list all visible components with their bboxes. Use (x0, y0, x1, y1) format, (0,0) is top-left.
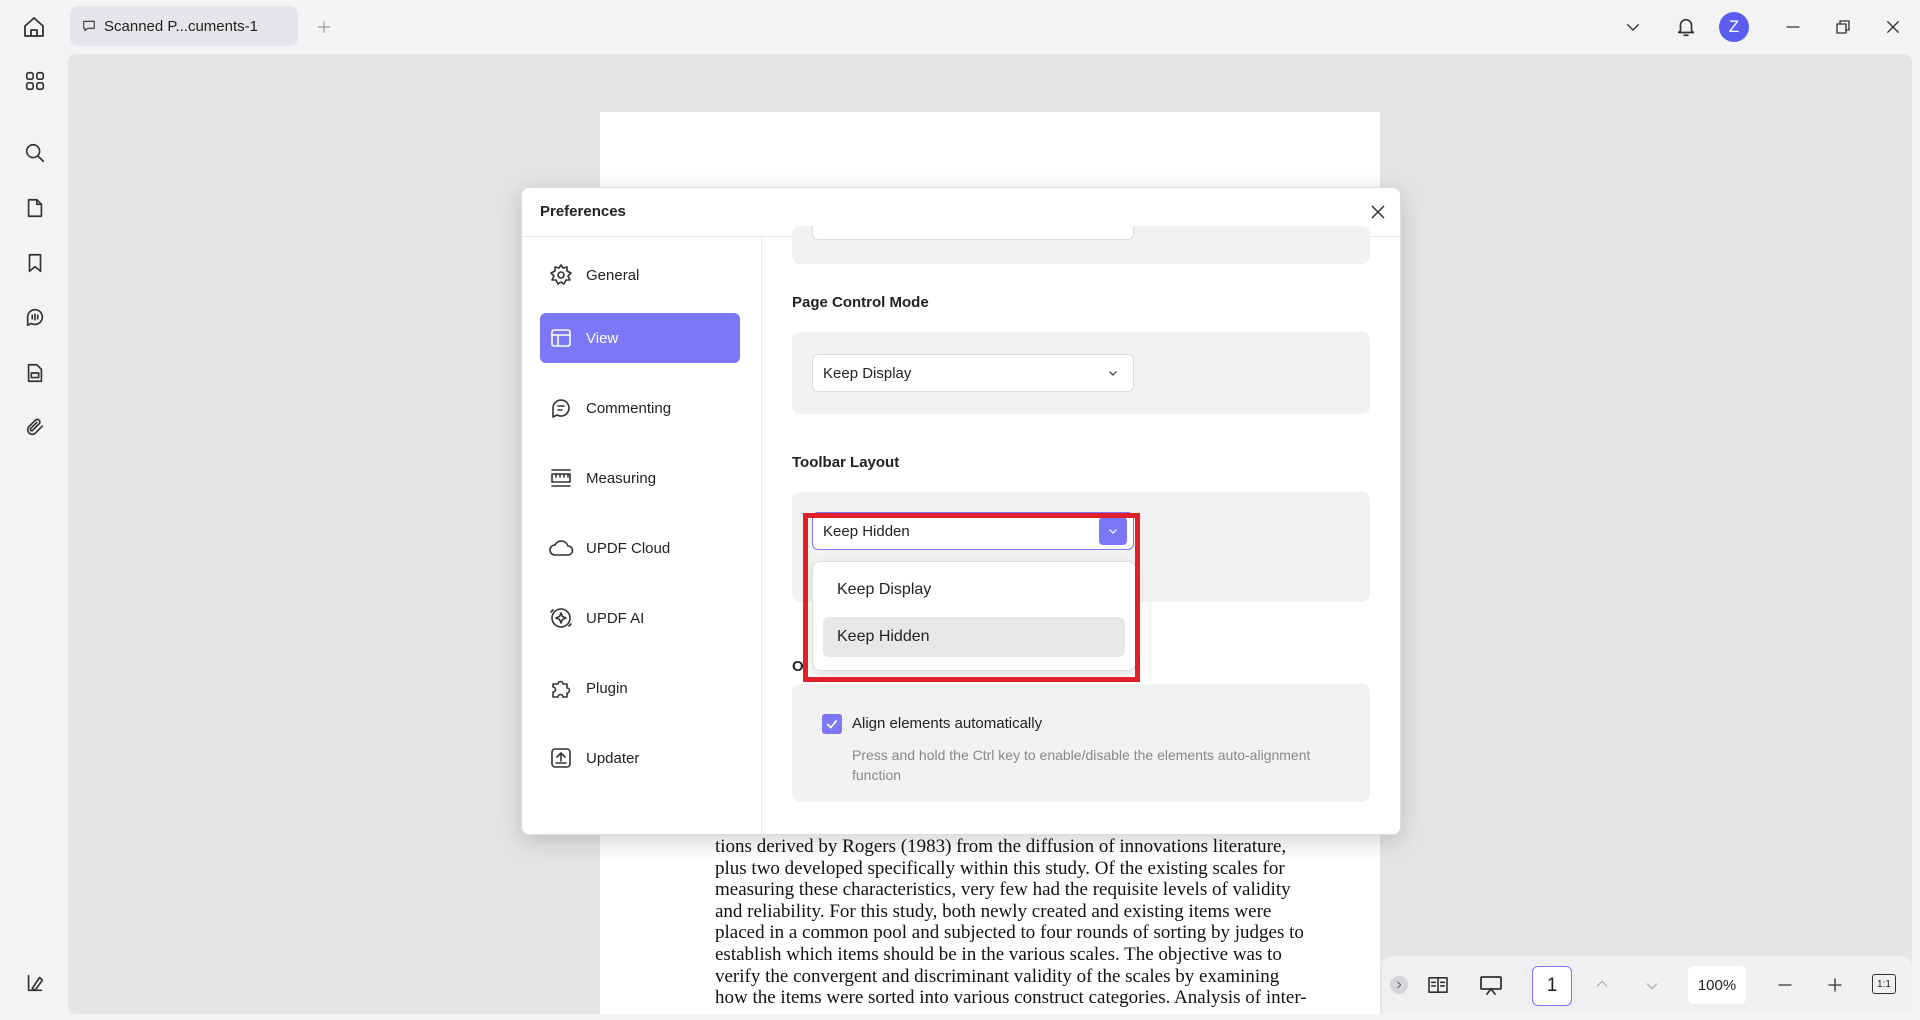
presentation-icon[interactable] (1476, 972, 1506, 998)
page-controls-bar: 1 100% 1:1 (1382, 956, 1912, 1014)
comment-icon (546, 393, 576, 423)
select-value: Keep Display (823, 364, 912, 382)
nav-general[interactable]: General (540, 250, 740, 300)
page-control-box: Keep Display (792, 332, 1370, 414)
sidebar-toggle-icon[interactable] (20, 968, 50, 998)
apps-grid-icon[interactable] (20, 66, 50, 96)
select-previous[interactable] (812, 226, 1134, 240)
text-line: plus two developed specifically within t… (715, 857, 1285, 879)
nav-updf-ai[interactable]: UPDF AI (540, 593, 740, 643)
left-sidebar (0, 54, 68, 1020)
bell-icon[interactable] (1672, 12, 1700, 42)
align-desc-line: Press and hold the Ctrl key to enable/di… (852, 747, 1311, 763)
minimize-icon[interactable] (1780, 14, 1806, 40)
next-page-icon[interactable] (1640, 974, 1664, 998)
chevron-down-icon (1099, 359, 1127, 387)
nav-view[interactable]: View (540, 313, 740, 363)
zoom-level[interactable]: 100% (1688, 966, 1746, 1004)
other-section-box: Align elements automatically Press and h… (792, 684, 1370, 802)
close-window-icon[interactable] (1880, 14, 1906, 40)
puzzle-icon (546, 673, 576, 703)
dialog-title: Preferences (540, 203, 626, 220)
home-icon[interactable] (18, 12, 50, 42)
bookmark-icon[interactable] (20, 248, 50, 278)
nav-plugin[interactable]: Plugin (540, 663, 740, 713)
page-control-select[interactable]: Keep Display (812, 354, 1134, 392)
text-line: verify the convergent and discriminant v… (715, 965, 1280, 987)
zoom-in-icon[interactable] (1822, 972, 1848, 998)
nav-label: Commenting (586, 399, 672, 417)
nav-commenting[interactable]: Commenting (540, 383, 740, 433)
nav-updf-cloud[interactable]: UPDF Cloud (540, 523, 740, 573)
nav-label: General (586, 266, 640, 284)
search-icon[interactable] (20, 138, 50, 168)
document-tab[interactable]: Scanned P...cuments-1 (70, 6, 298, 46)
expand-arrow-icon[interactable] (1390, 976, 1408, 994)
nav-label: View (586, 329, 619, 347)
nav-updater[interactable]: Updater (540, 733, 740, 783)
form-icon[interactable] (20, 358, 50, 388)
highlight-box (803, 513, 1140, 682)
restore-icon[interactable] (1830, 14, 1856, 40)
title-bar: Scanned P...cuments-1 Z (0, 0, 1920, 54)
ai-icon (546, 603, 576, 633)
nav-measuring[interactable]: Measuring (540, 453, 740, 503)
chevron-down-icon[interactable] (1620, 14, 1646, 40)
page-number-input[interactable]: 1 (1532, 966, 1572, 1006)
preferences-nav: General View Commenting Measuring UPDF C… (522, 236, 762, 834)
align-label: Align elements automatically (852, 715, 1043, 732)
nav-label: UPDF Cloud (586, 539, 671, 557)
nav-label: Updater (586, 749, 640, 767)
toolbar-layout-label: Toolbar Layout (792, 454, 900, 471)
align-checkbox[interactable] (822, 714, 842, 734)
actual-size-button[interactable]: 1:1 (1872, 974, 1896, 994)
page-layout-icon[interactable] (1424, 972, 1452, 998)
text-line: placed in a common pool and subjected to… (715, 922, 1304, 944)
page-body-text: tions derived by Rogers (1983) from the … (715, 836, 1318, 1009)
avatar[interactable]: Z (1719, 12, 1749, 42)
update-icon (546, 743, 576, 773)
tab-label: Scanned P...cuments-1 (104, 17, 258, 35)
text-line: measuring these characteristics, very fe… (715, 879, 1291, 901)
new-tab-icon[interactable] (312, 14, 336, 40)
preferences-dialog: Preferences General View Commenting Meas… (521, 187, 1401, 835)
align-description: Press and hold the Ctrl key to enable/di… (852, 745, 1310, 785)
align-desc-line: function (852, 767, 902, 783)
previous-page-icon[interactable] (1590, 972, 1614, 996)
page-control-mode-label: Page Control Mode (792, 294, 929, 311)
comment-icon[interactable] (20, 302, 50, 332)
text-line: tions derived by Rogers (1983) from the … (715, 836, 1287, 857)
layout-icon (546, 323, 576, 353)
close-icon[interactable] (1366, 200, 1390, 224)
attachment-icon[interactable] (20, 412, 50, 442)
nav-label: Plugin (586, 679, 628, 697)
ruler-icon (546, 463, 576, 493)
text-line: how the items were sorted into various c… (715, 987, 1307, 1009)
text-line: establish which items should be in the v… (715, 943, 1282, 965)
zoom-out-icon[interactable] (1772, 972, 1798, 998)
cloud-icon (546, 533, 576, 563)
gear-icon (546, 260, 576, 290)
page-icon[interactable] (20, 193, 50, 223)
text-line: and reliability. For this study, both ne… (715, 900, 1272, 922)
section-box-previous (792, 226, 1370, 264)
nav-label: Measuring (586, 469, 657, 487)
nav-label: UPDF AI (586, 609, 645, 627)
comment-bubble-icon (78, 15, 100, 37)
other-section-label: O (792, 658, 804, 675)
